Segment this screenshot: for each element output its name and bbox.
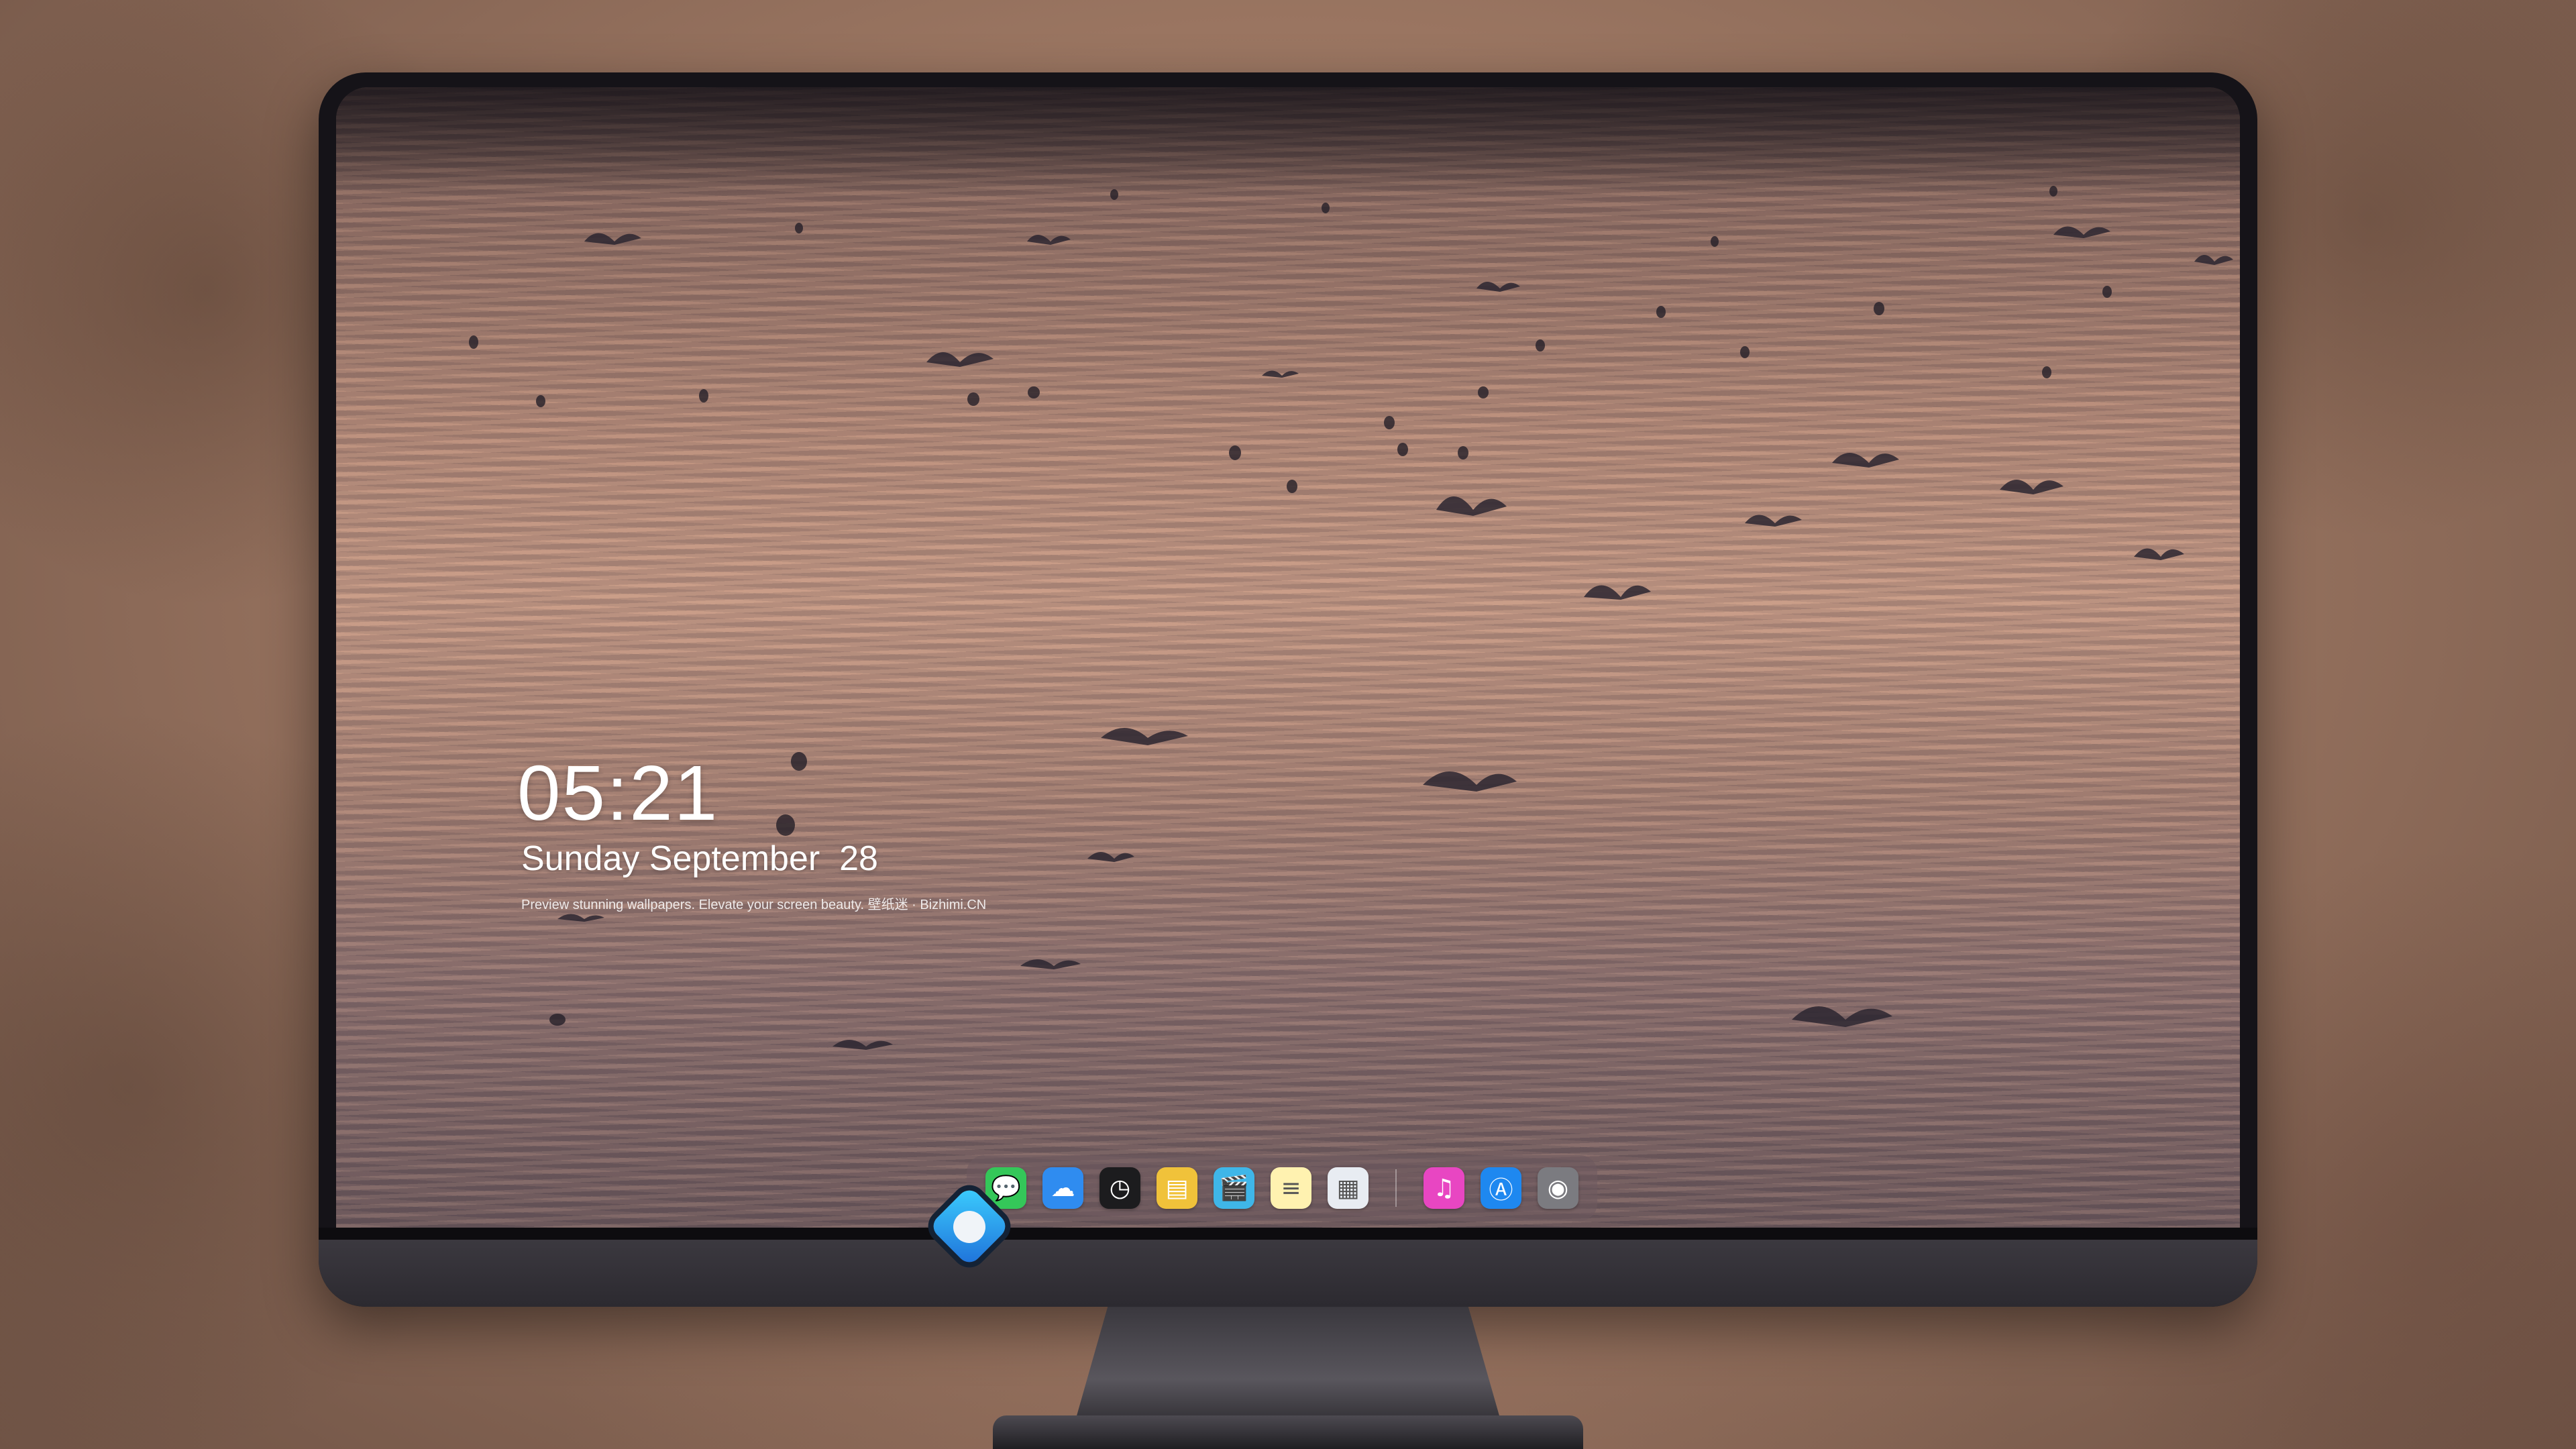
preview-icon[interactable]: ▤ <box>1157 1167 1197 1209</box>
monitor-stand-base <box>993 1415 1583 1449</box>
wallpaper-tagline: Preview stunning wallpapers. Elevate you… <box>521 898 987 912</box>
seagulls-decoration <box>469 186 2233 1050</box>
dock-separator <box>1395 1169 1397 1207</box>
clapperboard-icon[interactable]: 🎬 <box>1214 1167 1254 1209</box>
music-icon[interactable]: ♫ <box>1423 1167 1464 1209</box>
app-store-icon[interactable]: Ⓐ <box>1480 1167 1521 1209</box>
lock-clock: 05:21 <box>517 749 719 837</box>
monitor: 05:21 Sunday September 28 Preview stunni… <box>319 72 2257 1307</box>
messages-icon[interactable]: 💬 <box>985 1167 1026 1209</box>
notes-icon[interactable]: ≡ <box>1271 1167 1311 1209</box>
screen-wallpaper: 05:21 Sunday September 28 Preview stunni… <box>336 87 2240 1228</box>
weather-icon[interactable]: ☁ <box>1042 1167 1083 1209</box>
lock-date: Sunday September 28 <box>521 839 878 878</box>
clock-icon[interactable]: ◷ <box>1099 1167 1140 1209</box>
photos-grid-icon[interactable]: ▦ <box>1328 1167 1368 1209</box>
dock: 💬 ☁ ◷ ▤ 🎬 ≡ ▦ ♫ Ⓐ ◉ <box>967 1155 1597 1221</box>
monitor-stand <box>1073 1307 1503 1428</box>
mascot-face-icon <box>953 1211 985 1243</box>
camera-icon[interactable]: ◉ <box>1537 1167 1578 1209</box>
